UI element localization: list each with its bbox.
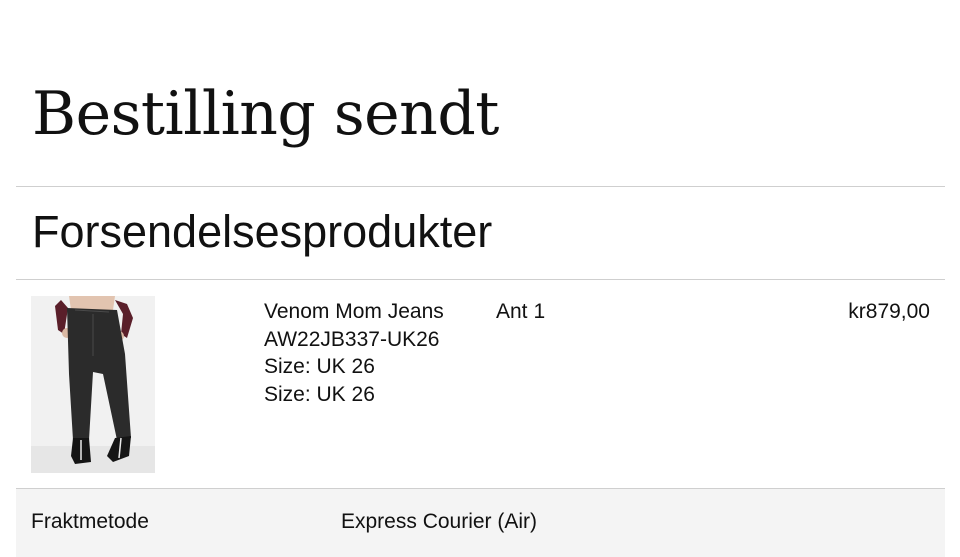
divider-section <box>16 279 945 280</box>
shipping-method-label: Fraktmetode <box>31 510 149 533</box>
divider-title <box>16 186 945 187</box>
quantity-label: Ant <box>496 300 528 323</box>
product-quantity: Ant 1 <box>496 298 545 326</box>
product-option: Size: UK 26 <box>264 355 375 378</box>
quantity-value: 1 <box>533 300 546 323</box>
jeans-product-photo-icon[interactable] <box>31 296 155 473</box>
jeans-figure-icon <box>31 296 155 473</box>
shipping-method-row: Fraktmetode Express Courier (Air) <box>16 489 945 557</box>
page-title: Bestilling sendt <box>32 79 499 149</box>
product-sku: AW22JB337-UK26 <box>264 327 440 351</box>
product-price: kr879,00 <box>848 300 930 323</box>
product-name[interactable]: Venom Mom Jeans <box>264 298 444 326</box>
product-details: Venom Mom Jeans AW22JB337-UK26 Size: UK … <box>264 298 444 408</box>
order-shipped-page: Bestilling sendt Forsendelsesprodukter V… <box>0 0 960 557</box>
section-title-shipment-products: Forsendelsesprodukter <box>32 206 493 257</box>
shipping-method-value: Express Courier (Air) <box>341 510 538 533</box>
product-option: Size: UK 26 <box>264 382 375 406</box>
